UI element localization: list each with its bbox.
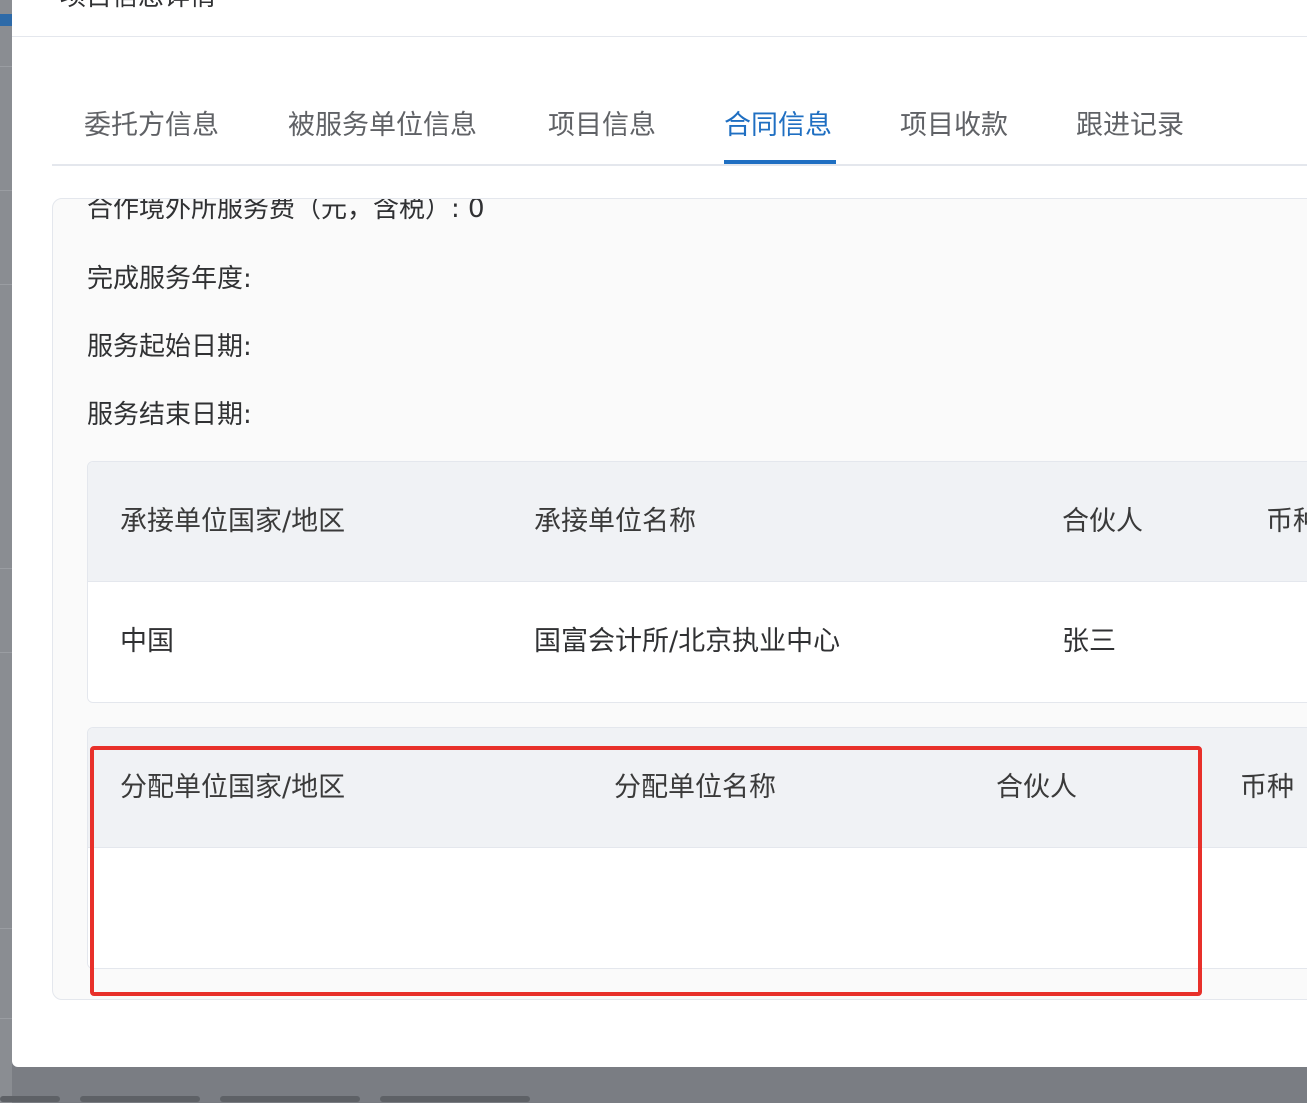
table-row: 中国 国富会计所/北京执业中心 张三 bbox=[88, 582, 1307, 702]
header-undertake-partner: 合伙人 bbox=[1062, 506, 1143, 537]
service-year: 完成服务年度: bbox=[87, 264, 252, 294]
project-detail-dialog: 项目信息详情 委托方信息 被服务单位信息 项目信息 合同信息 项目收款 跟进记录… bbox=[12, 0, 1307, 1067]
header-allocate-name: 分配单位名称 bbox=[614, 772, 776, 803]
background-footer-text bbox=[0, 1090, 1307, 1103]
header-allocate-currency: 币种 bbox=[1240, 772, 1294, 803]
header-allocate-partner: 合伙人 bbox=[996, 772, 1077, 803]
allocate-unit-table: 分配单位国家/地区 分配单位名称 合伙人 币种 bbox=[87, 727, 1307, 969]
tab-project-info[interactable]: 项目信息 bbox=[548, 106, 656, 146]
tab-served-unit-info[interactable]: 被服务单位信息 bbox=[288, 106, 477, 146]
table-header: 承接单位国家/地区 承接单位名称 合伙人 币种 bbox=[88, 462, 1307, 582]
header-allocate-country: 分配单位国家/地区 bbox=[120, 772, 346, 803]
service-end-date: 服务结束日期: bbox=[87, 400, 252, 430]
dialog-title: 项目信息详情 bbox=[60, 0, 216, 12]
table-empty-body bbox=[88, 848, 1307, 968]
background-divider bbox=[0, 66, 12, 67]
detail-tabs: 委托方信息 被服务单位信息 项目信息 合同信息 项目收款 跟进记录 bbox=[52, 86, 1307, 166]
tab-contract-info[interactable]: 合同信息 bbox=[724, 106, 832, 146]
background-divider bbox=[0, 652, 12, 653]
background-divider bbox=[0, 568, 12, 569]
background-divider bbox=[0, 190, 12, 191]
dialog-header: 项目信息详情 bbox=[12, 0, 1307, 37]
tab-project-payment[interactable]: 项目收款 bbox=[900, 106, 1008, 146]
active-tab-indicator bbox=[724, 160, 836, 164]
header-undertake-currency: 币种 bbox=[1266, 506, 1307, 537]
service-start-date: 服务起始日期: bbox=[87, 332, 252, 362]
background-divider bbox=[0, 1018, 12, 1019]
table-header: 分配单位国家/地区 分配单位名称 合伙人 币种 bbox=[88, 728, 1307, 848]
header-undertake-country: 承接单位国家/地区 bbox=[120, 506, 346, 537]
tab-follow-up-records[interactable]: 跟进记录 bbox=[1076, 106, 1184, 146]
contract-info-panel: 合作境外所服务费（元，含税）: 0 完成服务年度: 服务起始日期: 服务结束日期… bbox=[52, 198, 1307, 1000]
background-divider bbox=[0, 928, 12, 929]
cell-undertake-name: 国富会计所/北京执业中心 bbox=[534, 626, 841, 657]
cell-undertake-country: 中国 bbox=[120, 626, 174, 657]
undertake-unit-table: 承接单位国家/地区 承接单位名称 合伙人 币种 中国 国富会计所/北京执业中心 … bbox=[87, 461, 1307, 703]
overseas-service-fee: 合作境外所服务费（元，含税）: 0 bbox=[87, 198, 485, 224]
background-accent-strip bbox=[0, 14, 12, 26]
background-page-edge bbox=[0, 0, 12, 1103]
header-undertake-name: 承接单位名称 bbox=[534, 506, 696, 537]
tab-client-info[interactable]: 委托方信息 bbox=[84, 106, 219, 146]
background-divider bbox=[0, 284, 12, 285]
cell-undertake-partner: 张三 bbox=[1062, 626, 1116, 657]
